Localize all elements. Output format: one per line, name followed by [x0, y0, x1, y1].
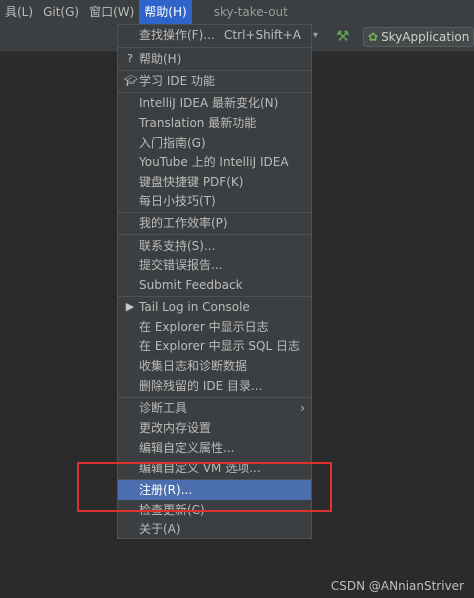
menu-item-label: 我的工作效率(P) — [139, 216, 228, 230]
run-configuration-selector[interactable]: ✿ SkyApplication — [363, 27, 474, 47]
play-triangle-icon: ▶ — [125, 300, 135, 313]
menu-item-tail-log[interactable]: ▶ Tail Log in Console — [118, 297, 311, 317]
menubar: 具(L) Git(G) 窗口(W) 帮助(H) sky-take-out — [0, 0, 474, 24]
build-hammer-icon[interactable]: ⚒ — [336, 27, 349, 45]
question-icon: ? — [127, 52, 133, 65]
menu-item-label: Tail Log in Console — [139, 300, 250, 314]
menu-item-submit-feedback[interactable]: Submit Feedback — [118, 275, 311, 295]
menu-window[interactable]: 窗口(W) — [84, 0, 139, 24]
menu-help[interactable]: 帮助(H) — [139, 0, 192, 24]
menu-item-label: 编辑自定义属性... — [139, 441, 235, 455]
menu-item-label: 在 Explorer 中显示日志 — [139, 320, 269, 334]
menu-item-label: 键盘快捷键 PDF(K) — [139, 175, 244, 189]
menu-item-help[interactable]: ? 帮助(H) — [118, 49, 311, 69]
menu-item-custom-properties[interactable]: 编辑自定义属性... — [118, 438, 311, 458]
menu-item-learn-ide[interactable]: 🎓︎ 学习 IDE 功能 — [118, 71, 311, 91]
menu-item-label: 提交错误报告... — [139, 258, 223, 272]
menu-item-delete-leftover[interactable]: 删除残留的 IDE 目录... — [118, 376, 311, 396]
menu-item-productivity[interactable]: 我的工作效率(P) — [118, 213, 311, 233]
menu-item-label: 诊断工具 — [139, 401, 188, 415]
menu-item-label: 每日小技巧(T) — [139, 194, 216, 208]
run-configuration-label: SkyApplication — [381, 30, 470, 44]
menu-item-translation-new[interactable]: Translation 最新功能 — [118, 113, 311, 133]
menu-item-label: 联系支持(S)... — [139, 239, 216, 253]
menu-item-label: 删除残留的 IDE 目录... — [139, 379, 263, 393]
menu-separator — [118, 47, 311, 48]
menu-item-memory-settings[interactable]: 更改内存设置 — [118, 418, 311, 438]
menu-item-label: 帮助(H) — [139, 52, 182, 66]
menu-item-label: Translation 最新功能 — [139, 116, 257, 130]
graduation-cap-icon: 🎓︎ — [124, 74, 138, 87]
menu-item-whats-new[interactable]: IntelliJ IDEA 最新变化(N) — [118, 93, 311, 113]
watermark: CSDN @ANnianStriver — [330, 579, 464, 593]
menu-item-label: 在 Explorer 中显示 SQL 日志 — [139, 339, 300, 353]
menu-item-about[interactable]: 关于(A) — [118, 519, 311, 539]
menu-item-diagnostic-tools[interactable]: 诊断工具 › — [118, 398, 311, 418]
menu-item-label: 收集日志和诊断数据 — [139, 359, 248, 373]
menu-item-label: 入门指南(G) — [139, 136, 206, 150]
menu-item-submit-bug[interactable]: 提交错误报告... — [118, 255, 311, 275]
menu-item-find-action[interactable]: 查找操作(F)... Ctrl+Shift+A — [118, 25, 311, 45]
annotation-highlight-box — [77, 462, 332, 512]
project-title: sky-take-out — [213, 5, 288, 19]
dropdown-arrow-icon[interactable]: ▾ — [313, 30, 318, 41]
menu-tools[interactable]: 具(L) — [0, 0, 38, 24]
menu-item-label: YouTube 上的 IntelliJ IDEA — [139, 155, 289, 169]
menu-item-show-log[interactable]: 在 Explorer 中显示日志 — [118, 317, 311, 337]
menu-item-tip-of-day[interactable]: 每日小技巧(T) — [118, 191, 311, 211]
menu-separator — [118, 234, 311, 235]
menu-item-label: 查找操作(F)... — [139, 28, 215, 42]
menu-item-label: 学习 IDE 功能 — [139, 74, 215, 88]
spring-boot-icon: ✿ — [368, 30, 379, 44]
menu-item-show-sql-log[interactable]: 在 Explorer 中显示 SQL 日志 — [118, 336, 311, 356]
menu-item-label: Submit Feedback — [139, 278, 243, 292]
menu-item-label: IntelliJ IDEA 最新变化(N) — [139, 96, 279, 110]
menu-item-label: 更改内存设置 — [139, 421, 212, 435]
menu-item-contact-support[interactable]: 联系支持(S)... — [118, 236, 311, 256]
chevron-right-icon: › — [300, 401, 305, 415]
menu-item-youtube[interactable]: YouTube 上的 IntelliJ IDEA — [118, 152, 311, 172]
menu-item-collect-logs[interactable]: 收集日志和诊断数据 — [118, 356, 311, 376]
menu-item-label: 关于(A) — [139, 522, 181, 536]
menu-item-getting-started[interactable]: 入门指南(G) — [118, 133, 311, 153]
menu-item-keymap-pdf[interactable]: 键盘快捷键 PDF(K) — [118, 172, 311, 192]
menu-git[interactable]: Git(G) — [38, 0, 84, 24]
shortcut-label: Ctrl+Shift+A — [224, 28, 301, 42]
